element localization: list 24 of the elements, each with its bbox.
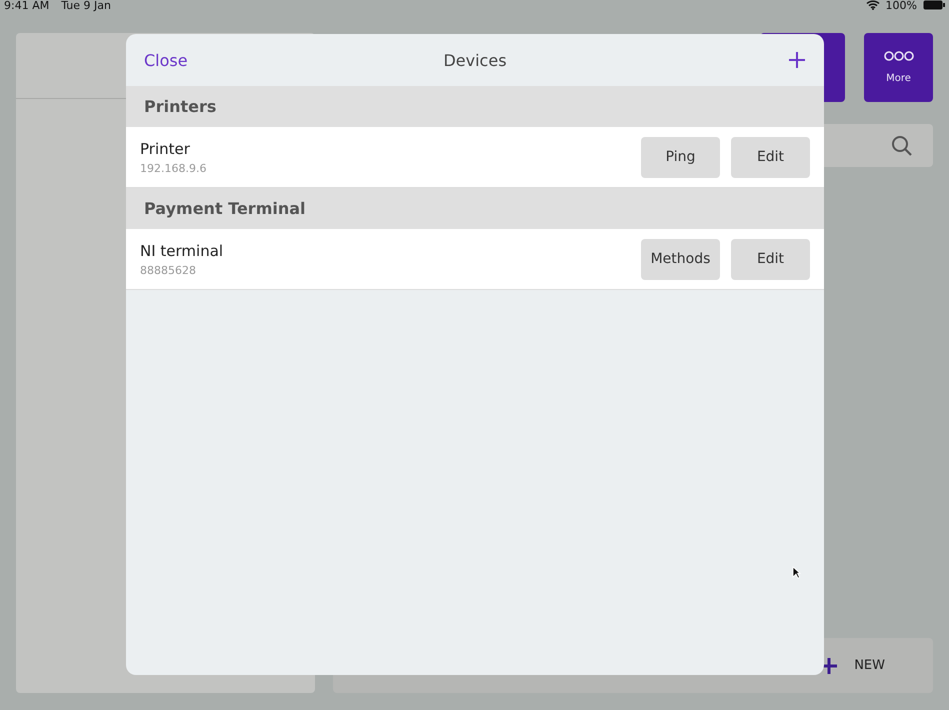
status-time: 9:41 AM — [4, 0, 50, 12]
battery-percent: 100% — [886, 0, 917, 12]
battery-icon — [923, 0, 945, 10]
action-button[interactable]: Edit — [731, 238, 810, 280]
dialog-title: Devices — [442, 50, 508, 70]
device-name: Printer — [140, 140, 191, 158]
action-button[interactable]: Ping — [641, 136, 720, 178]
wifi-icon — [866, 0, 880, 10]
new-button[interactable]: NEW — [814, 656, 891, 676]
search-icon — [891, 134, 913, 156]
cursor-icon — [792, 566, 801, 579]
device-name: NI terminal — [140, 242, 224, 260]
section-title: Payment Terminal — [144, 199, 306, 218]
status-date: Tue 9 Jan — [61, 0, 111, 12]
plus-icon — [788, 51, 806, 69]
action-button[interactable]: Methods — [641, 238, 720, 280]
device-detail: 88885628 — [140, 264, 197, 276]
more-button[interactable]: More — [864, 33, 933, 102]
section-title: Printers — [144, 97, 216, 116]
action-button[interactable]: Edit — [731, 136, 810, 178]
dots-icon — [884, 51, 914, 61]
add-button[interactable] — [788, 51, 806, 69]
close-button[interactable]: Close — [144, 50, 188, 70]
device-detail: 192.168.9.6 — [140, 162, 208, 174]
